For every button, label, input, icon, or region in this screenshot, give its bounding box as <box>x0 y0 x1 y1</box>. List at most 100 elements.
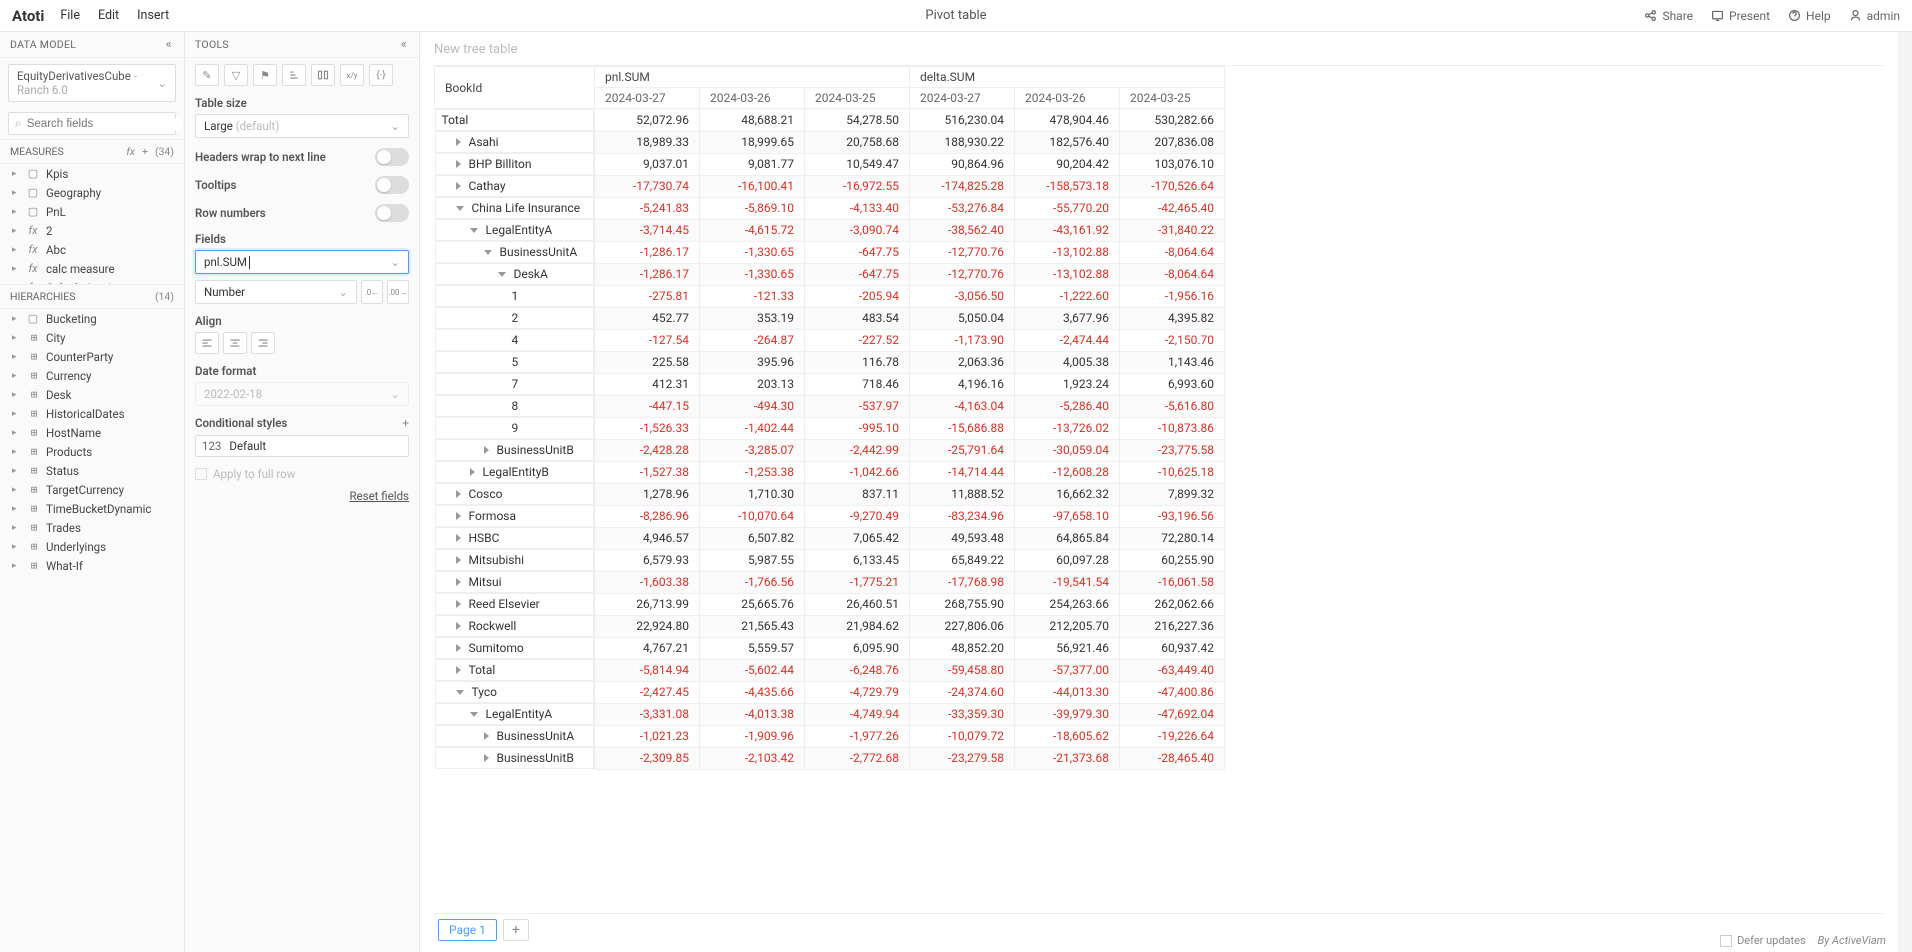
statusbar: Defer updates By ActiveViam <box>1720 934 1886 947</box>
number-format-select[interactable]: Number⌄ <box>195 280 357 304</box>
tree-item[interactable]: ▸⊞TimeBucketDynamic <box>0 499 184 518</box>
tree-item[interactable]: ▸fx2 <box>0 221 184 240</box>
table-row[interactable]: 1-275.81-121.33-205.94-3,056.50-1,222.60… <box>435 285 1225 307</box>
present-button[interactable]: Present <box>1711 9 1770 23</box>
table-row[interactable]: BusinessUnitA-1,286.17-1,330.65-647.75-1… <box>435 241 1225 263</box>
panel-tools: TOOLS « ✎ ▽ ⚑ x/y {·} Table size Large (… <box>185 32 420 952</box>
table-row[interactable]: BusinessUnitB-2,309.85-2,103.42-2,772.68… <box>435 747 1225 769</box>
pivot-wrap[interactable]: BookIdpnl.SUMdelta.SUM2024-03-272024-03-… <box>434 65 1884 913</box>
hierarchies-header: HIERARCHIES <box>10 290 76 303</box>
by-activeviam: By ActiveViam <box>1818 934 1886 947</box>
table-row[interactable]: Cathay-17,730.74-16,100.41-16,972.55-174… <box>435 175 1225 197</box>
filter-icon[interactable]: ▽ <box>224 64 248 86</box>
sort-asc-icon[interactable] <box>282 64 306 86</box>
menu-insert[interactable]: Insert <box>137 8 169 23</box>
tooltips-toggle[interactable] <box>375 176 409 194</box>
user-button[interactable]: admin <box>1849 9 1900 23</box>
add-cond-icon[interactable]: + <box>402 416 409 430</box>
table-row[interactable]: 9-1,526.33-1,402.44-995.10-15,686.88-13,… <box>435 417 1225 439</box>
table-row[interactable]: Tyco-2,427.45-4,435.66-4,729.79-24,374.6… <box>435 681 1225 703</box>
defer-updates[interactable]: Defer updates <box>1720 934 1806 947</box>
table-row[interactable]: Cosco1,278.961,710.30837.1111,888.5216,6… <box>435 483 1225 505</box>
columns-icon[interactable] <box>311 64 335 86</box>
table-row[interactable]: 2452.77353.19483.545,050.043,677.964,395… <box>435 307 1225 329</box>
table-row[interactable]: 5225.58395.96116.782,063.364,005.381,143… <box>435 351 1225 373</box>
edit-icon[interactable]: ✎ <box>195 64 219 86</box>
tree-item[interactable]: ▸⊞Status <box>0 461 184 480</box>
tree-item[interactable]: ▸▢Bucketing <box>0 309 184 328</box>
tree-item[interactable]: ▸⊞Currency <box>0 366 184 385</box>
dec-more-icon[interactable]: .00→ <box>387 280 409 304</box>
page-title: Pivot table <box>925 8 986 23</box>
tree-item[interactable]: ▸⊞Trades <box>0 518 184 537</box>
collapse-tools-icon[interactable]: « <box>399 37 409 52</box>
table-row[interactable]: Total-5,814.94-5,602.44-6,248.76-59,458.… <box>435 659 1225 681</box>
search-fields[interactable]: ⌕ <box>8 112 176 135</box>
tree-item[interactable]: ▸⊞HostName <box>0 423 184 442</box>
table-row[interactable]: Mitsui-1,603.38-1,766.56-1,775.21-17,768… <box>435 571 1225 593</box>
flag-icon[interactable]: ⚑ <box>253 64 277 86</box>
table-row[interactable]: BusinessUnitA-1,021.23-1,909.96-1,977.26… <box>435 725 1225 747</box>
scrollbar[interactable] <box>1898 32 1912 952</box>
table-row[interactable]: BHP Billiton9,037.019,081.7710,549.4790,… <box>435 153 1225 175</box>
panel-data-model: DATA MODEL « EquityDerivativesCube - Ran… <box>0 32 185 952</box>
tree-item[interactable]: ▸⊞TargetCurrency <box>0 480 184 499</box>
cond-styles-label: Conditional styles <box>195 416 287 430</box>
tree-item[interactable]: ▸▢PnL <box>0 202 184 221</box>
table-row[interactable]: Formosa-8,286.96-10,070.64-9,270.49-83,2… <box>435 505 1225 527</box>
reset-fields[interactable]: Reset fields <box>195 489 409 503</box>
table-row[interactable]: HSBC4,946.576,507.827,065.4249,593.4864,… <box>435 527 1225 549</box>
search-input[interactable] <box>27 118 181 130</box>
tree-item[interactable]: ▸fxAbc <box>0 240 184 259</box>
wrap-toggle[interactable] <box>375 148 409 166</box>
cond-style-item[interactable]: 123Default <box>195 435 409 457</box>
collapse-left-icon[interactable]: « <box>164 37 174 52</box>
help-button[interactable]: Help <box>1788 9 1831 23</box>
align-center-icon[interactable] <box>223 332 247 354</box>
align-left-icon[interactable] <box>195 332 219 354</box>
tree-item[interactable]: ▸⊞Desk <box>0 385 184 404</box>
table-row[interactable]: LegalEntityB-1,527.38-1,253.38-1,042.66-… <box>435 461 1225 483</box>
tree-item[interactable]: ▸⊞CounterParty <box>0 347 184 366</box>
table-row[interactable]: BusinessUnitB-2,428.28-3,285.07-2,442.99… <box>435 439 1225 461</box>
xy-icon[interactable]: x/y <box>340 64 364 86</box>
tree-item[interactable]: ▸▢Kpis <box>0 164 184 183</box>
main-menu: File Edit Insert <box>60 8 169 23</box>
chevron-down-icon: ⌄ <box>157 76 167 90</box>
table-row[interactable]: Mitsubishi6,579.935,987.556,133.4565,849… <box>435 549 1225 571</box>
rownum-toggle[interactable] <box>375 204 409 222</box>
tree-item[interactable]: ▸fxcalc measure <box>0 259 184 278</box>
table-row[interactable]: Reed Elsevier26,713.9925,665.7626,460.51… <box>435 593 1225 615</box>
table-row[interactable]: China Life Insurance-5,241.83-5,869.10-4… <box>435 197 1225 219</box>
table-row[interactable]: Asahi18,989.3318,999.6520,758.68188,930.… <box>435 131 1225 153</box>
tree-item[interactable]: ▸▢Geography <box>0 183 184 202</box>
table-row[interactable]: 4-127.54-264.87-227.52-1,173.90-2,474.44… <box>435 329 1225 351</box>
add-page-button[interactable]: + <box>503 919 529 941</box>
apply-full-row: Apply to full row <box>195 467 409 481</box>
tree-item[interactable]: ▸⊞Products <box>0 442 184 461</box>
cube-select[interactable]: EquityDerivativesCube - Ranch 6.0 ⌄ <box>8 64 176 102</box>
tree-item[interactable]: ▸⊞HistoricalDates <box>0 404 184 423</box>
widget-title[interactable]: New tree table <box>434 42 1884 57</box>
table-row[interactable]: LegalEntityA-3,331.08-4,013.38-4,749.94-… <box>435 703 1225 725</box>
brackets-icon[interactable]: {·} <box>369 64 393 86</box>
tree-item[interactable]: ▸⊞City <box>0 328 184 347</box>
table-row[interactable]: 7412.31203.13718.464,196.161,923.246,993… <box>435 373 1225 395</box>
table-row[interactable]: Sumitomo4,767.215,559.576,095.9048,852.2… <box>435 637 1225 659</box>
page-tab-1[interactable]: Page 1 <box>438 919 497 941</box>
content: New tree table BookIdpnl.SUMdelta.SUM202… <box>420 32 1898 952</box>
align-right-icon[interactable] <box>251 332 275 354</box>
tree-item[interactable]: ▸⊞What-If <box>0 556 184 575</box>
table-row[interactable]: DeskA-1,286.17-1,330.65-647.75-12,770.76… <box>435 263 1225 285</box>
menu-edit[interactable]: Edit <box>98 8 119 23</box>
dec-less-icon[interactable]: .0← <box>361 280 383 304</box>
table-size-select[interactable]: Large (default)⌄ <box>195 114 409 138</box>
field-select[interactable]: pnl.SUM⌄ <box>195 250 409 274</box>
menu-file[interactable]: File <box>60 8 80 23</box>
table-row[interactable]: 8-447.15-494.30-537.97-4,163.04-5,286.40… <box>435 395 1225 417</box>
table-row[interactable]: LegalEntityA-3,714.45-4,615.72-3,090.74-… <box>435 219 1225 241</box>
tree-item[interactable]: ▸⊞Underlyings <box>0 537 184 556</box>
share-button[interactable]: Share <box>1644 9 1693 23</box>
table-row[interactable]: Total52,072.9648,688.2154,278.50516,230.… <box>435 109 1225 132</box>
table-row[interactable]: Rockwell22,924.8021,565.4321,984.62227,8… <box>435 615 1225 637</box>
